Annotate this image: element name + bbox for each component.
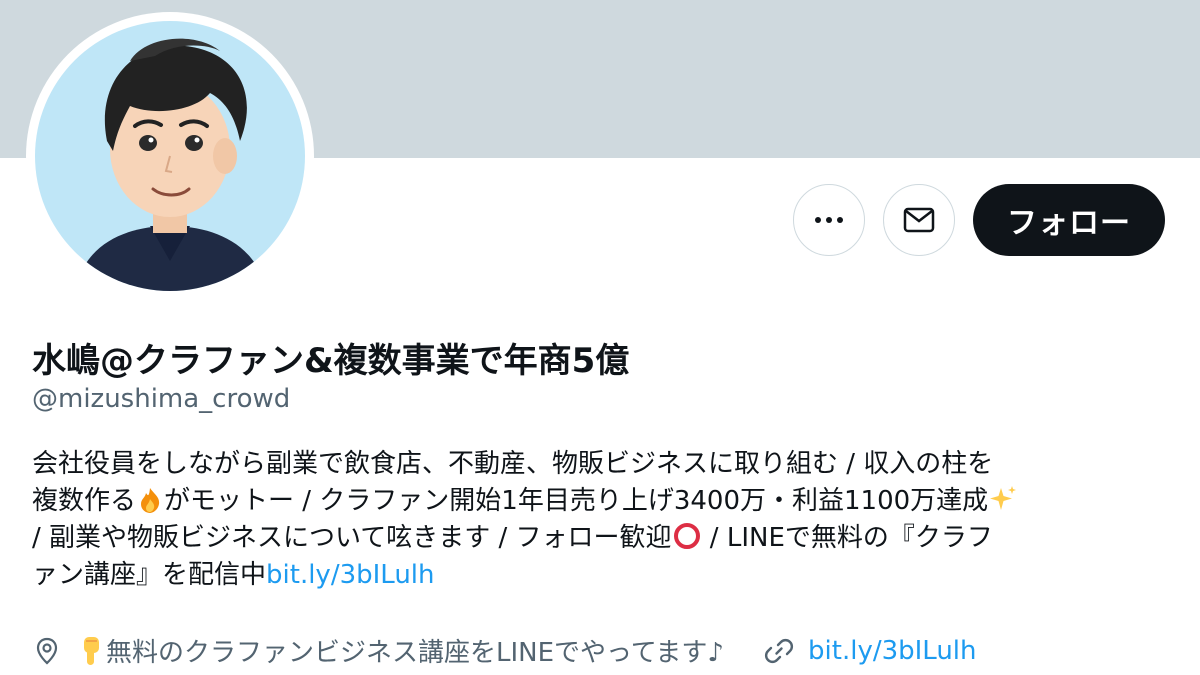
profile-actions: フォロー [793,184,1165,256]
red-circle-icon [673,523,700,549]
website-link[interactable]: bit.ly/3bILulh [808,636,976,666]
bio-text: / LINEで無料の『クラフ [701,523,993,553]
link-icon [764,638,794,663]
bio-text: がモットー / クラファン開始1年目売り上げ3400万・利益1100万達成 [164,486,989,516]
message-button[interactable] [883,184,955,256]
sparkles-icon [990,486,1017,510]
bio-text: 複数作る [32,486,137,516]
bio-line: 複数作る がモットー / クラファン開始1年目売り上げ3400万・利益1100万… [32,483,1162,520]
more-button[interactable] [793,184,865,256]
bio-text: ァン講座』を配信中 [32,560,267,590]
profile-bio: 会社役員をしながら副業で飲食店、不動産、物販ビジネスに取り組む / 収入の柱を … [32,446,1162,594]
bio-line: 会社役員をしながら副業で飲食店、不動産、物販ビジネスに取り組む / 収入の柱を [32,449,994,479]
avatar[interactable] [26,12,314,300]
location-pin-icon [36,637,58,664]
location-text: 無料のクラファンビジネス講座をLINEでやってます♪ [106,638,725,668]
bio-text: / 副業や物販ビジネスについて呟きます / フォロー歓迎 [32,523,672,553]
profile-page: フォロー 水嶋@クラファン&複数事業で年商5億 @mizushima_crowd… [0,0,1200,675]
pointing-down-icon [84,636,99,665]
bio-link[interactable]: bit.ly/3bILulh [266,560,434,590]
bio-line: / 副業や物販ビジネスについて呟きます / フォロー歓迎 / LINEで無料の『… [32,520,1162,557]
envelope-icon [903,207,935,233]
profile-meta: 無料のクラファンビジネス講座をLINEでやってます♪ bit.ly/3bILul… [32,632,977,669]
handle: @mizushima_crowd [32,384,291,414]
bio-line: ァン講座』を配信中bit.ly/3bILulh [32,557,1162,594]
follow-button[interactable]: フォロー [973,184,1165,256]
fire-icon [141,488,160,513]
display-name: 水嶋@クラファン&複数事業で年商5億 [32,341,630,381]
ellipsis-icon [815,217,843,223]
avatar-illustration [35,21,305,291]
